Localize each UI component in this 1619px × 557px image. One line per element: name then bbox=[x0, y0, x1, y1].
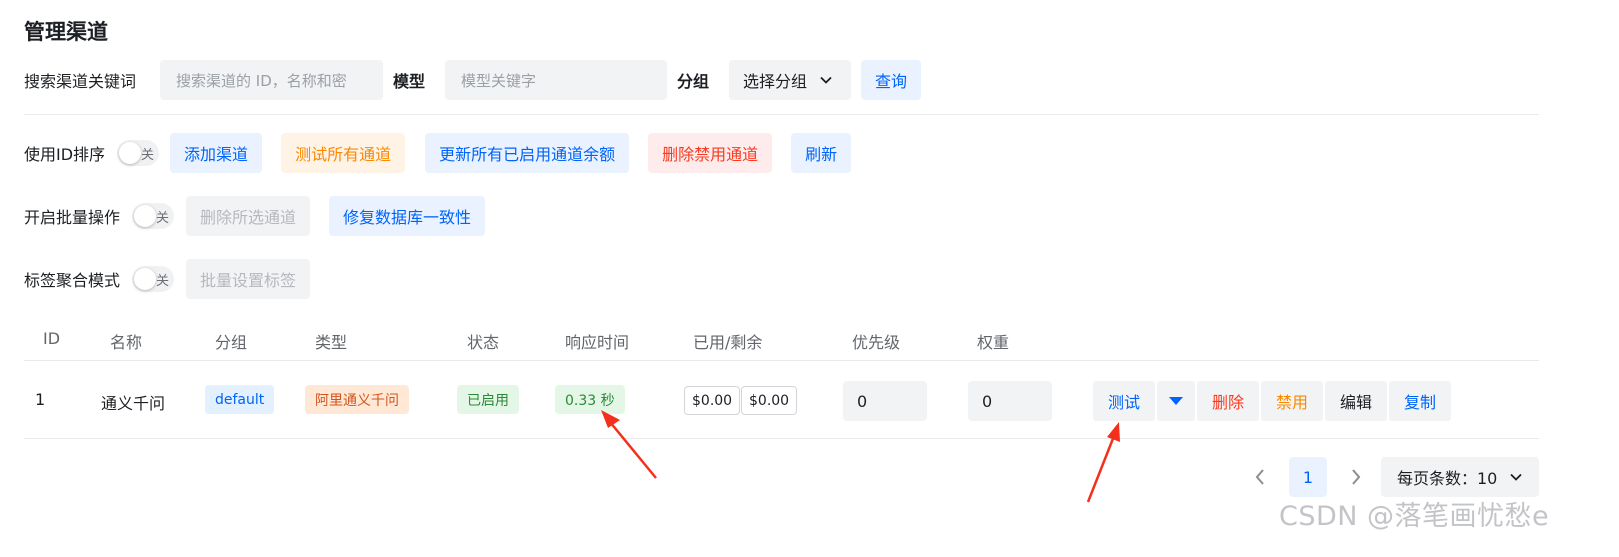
next-page-button[interactable] bbox=[1341, 460, 1371, 494]
annotation-arrows bbox=[601, 410, 1120, 503]
prev-page-button[interactable] bbox=[1245, 460, 1275, 494]
chevron-right-icon bbox=[1352, 469, 1361, 485]
chevron-down-icon bbox=[1510, 473, 1523, 481]
watermark: CSDN @落笔画忧愁e bbox=[1279, 501, 1550, 532]
page-size-select[interactable]: 每页条数：10 bbox=[1381, 457, 1539, 497]
page-1-button[interactable]: 1 bbox=[1289, 457, 1327, 497]
arrow-icon bbox=[1086, 422, 1120, 503]
arrow-icon bbox=[601, 410, 657, 479]
chevron-left-icon bbox=[1255, 469, 1264, 485]
page-size-value: 每页条数：10 bbox=[1397, 469, 1498, 488]
